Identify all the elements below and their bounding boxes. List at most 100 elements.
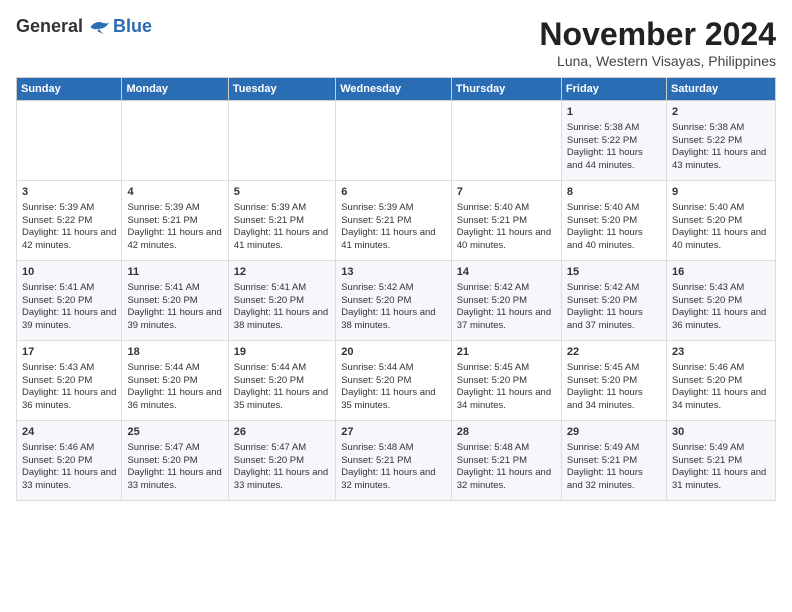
logo-blue-text: Blue [113, 16, 152, 37]
day-number: 26 [234, 425, 330, 440]
day-info: Sunrise: 5:47 AM [234, 442, 330, 455]
day-cell: 24Sunrise: 5:46 AMSunset: 5:20 PMDayligh… [17, 421, 122, 501]
day-cell [17, 101, 122, 181]
day-info: Sunset: 5:20 PM [567, 215, 661, 228]
week-row-1: 1Sunrise: 5:38 AMSunset: 5:22 PMDaylight… [17, 101, 776, 181]
header-sunday: Sunday [17, 78, 122, 101]
day-info: Sunrise: 5:39 AM [341, 202, 446, 215]
day-info: Sunrise: 5:41 AM [22, 282, 116, 295]
day-cell: 13Sunrise: 5:42 AMSunset: 5:20 PMDayligh… [336, 261, 452, 341]
day-cell: 7Sunrise: 5:40 AMSunset: 5:21 PMDaylight… [451, 181, 561, 261]
day-number: 20 [341, 345, 446, 360]
day-cell: 10Sunrise: 5:41 AMSunset: 5:20 PMDayligh… [17, 261, 122, 341]
logo-general-text: General [16, 16, 83, 37]
day-info: Sunset: 5:20 PM [22, 375, 116, 388]
day-info: Daylight: 11 hours and 32 minutes. [341, 467, 446, 493]
day-number: 11 [127, 265, 222, 280]
day-number: 23 [672, 345, 770, 360]
day-info: Sunrise: 5:48 AM [457, 442, 556, 455]
day-cell: 16Sunrise: 5:43 AMSunset: 5:20 PMDayligh… [666, 261, 775, 341]
day-info: Daylight: 11 hours and 40 minutes. [567, 227, 661, 253]
day-cell: 21Sunrise: 5:45 AMSunset: 5:20 PMDayligh… [451, 341, 561, 421]
day-info: Sunrise: 5:49 AM [567, 442, 661, 455]
day-info: Sunset: 5:20 PM [234, 375, 330, 388]
day-info: Sunrise: 5:42 AM [567, 282, 661, 295]
day-number: 8 [567, 185, 661, 200]
day-info: Daylight: 11 hours and 34 minutes. [457, 387, 556, 413]
day-cell: 28 Sunrise: 5:48 AMSunset: 5:21 PMDayligh… [451, 421, 561, 501]
day-info: Sunrise: 5:44 AM [234, 362, 330, 375]
header-monday: Monday [122, 78, 228, 101]
day-info: Daylight: 11 hours and 37 minutes. [567, 307, 661, 333]
day-info: Sunset: 5:20 PM [457, 295, 556, 308]
day-info: Sunset: 5:21 PM [341, 215, 446, 228]
day-cell: 1Sunrise: 5:38 AMSunset: 5:22 PMDaylight… [561, 101, 666, 181]
day-info: Daylight: 11 hours and 36 minutes. [22, 387, 116, 413]
header-saturday: Saturday [666, 78, 775, 101]
day-number: 4 [127, 185, 222, 200]
header-thursday: Thursday [451, 78, 561, 101]
day-info: Sunrise: 5:40 AM [457, 202, 556, 215]
day-info: Sunset: 5:20 PM [234, 295, 330, 308]
day-number: 24 [22, 425, 116, 440]
day-info: Sunrise: 5:46 AM [672, 362, 770, 375]
day-info: Sunset: 5:21 PM [234, 215, 330, 228]
day-number: 5 [234, 185, 330, 200]
day-cell: 14Sunrise: 5:42 AMSunset: 5:20 PMDayligh… [451, 261, 561, 341]
day-info: Sunset: 5:20 PM [672, 215, 770, 228]
day-info: Sunset: 5:20 PM [567, 375, 661, 388]
day-info: Sunset: 5:22 PM [22, 215, 116, 228]
day-info: Sunrise: 5:40 AM [672, 202, 770, 215]
day-info: Daylight: 11 hours and 40 minutes. [457, 227, 556, 253]
day-cell: 2Sunrise: 5:38 AMSunset: 5:22 PMDaylight… [666, 101, 775, 181]
day-info: Sunset: 5:21 PM [457, 455, 556, 468]
day-number: 28 [457, 425, 556, 440]
day-cell: 15Sunrise: 5:42 AMSunset: 5:20 PMDayligh… [561, 261, 666, 341]
header-tuesday: Tuesday [228, 78, 335, 101]
day-info: Sunset: 5:20 PM [22, 455, 116, 468]
day-info: Daylight: 11 hours and 44 minutes. [567, 147, 661, 173]
week-row-4: 17Sunrise: 5:43 AMSunset: 5:20 PMDayligh… [17, 341, 776, 421]
day-cell: 22Sunrise: 5:45 AMSunset: 5:20 PMDayligh… [561, 341, 666, 421]
day-info: Sunrise: 5:40 AM [567, 202, 661, 215]
header-wednesday: Wednesday [336, 78, 452, 101]
page-header: General Blue November 2024 Luna, Western… [16, 16, 776, 69]
day-info: Daylight: 11 hours and 41 minutes. [234, 227, 330, 253]
month-title: November 2024 [539, 16, 776, 53]
day-info: Sunrise: 5:43 AM [672, 282, 770, 295]
day-info: Sunrise: 5:44 AM [127, 362, 222, 375]
day-info: Sunset: 5:22 PM [672, 135, 770, 148]
day-info: Sunrise: 5:42 AM [457, 282, 556, 295]
day-info: Sunset: 5:20 PM [457, 375, 556, 388]
week-row-5: 24Sunrise: 5:46 AMSunset: 5:20 PMDayligh… [17, 421, 776, 501]
day-info: Sunrise: 5:49 AM [672, 442, 770, 455]
day-info: Daylight: 11 hours and 36 minutes. [127, 387, 222, 413]
day-info: Daylight: 11 hours and 39 minutes. [127, 307, 222, 333]
day-info: Daylight: 11 hours and 33 minutes. [127, 467, 222, 493]
day-info: Sunset: 5:20 PM [341, 295, 446, 308]
day-number: 27 [341, 425, 446, 440]
day-cell: 5Sunrise: 5:39 AMSunset: 5:21 PMDaylight… [228, 181, 335, 261]
day-info: Daylight: 11 hours and 35 minutes. [341, 387, 446, 413]
day-info: Daylight: 11 hours and 34 minutes. [567, 387, 661, 413]
day-info: Sunrise: 5:45 AM [567, 362, 661, 375]
day-info: Daylight: 11 hours and 31 minutes. [672, 467, 770, 493]
day-info: Sunrise: 5:47 AM [127, 442, 222, 455]
day-number: 14 [457, 265, 556, 280]
day-info: Sunrise: 5:41 AM [234, 282, 330, 295]
day-info: Sunset: 5:20 PM [234, 455, 330, 468]
logo-bird-icon [87, 18, 111, 36]
day-info: Sunset: 5:20 PM [672, 295, 770, 308]
day-info: Daylight: 11 hours and 32 minutes. [457, 467, 556, 493]
day-info: Sunset: 5:20 PM [127, 295, 222, 308]
day-cell: 26Sunrise: 5:47 AMSunset: 5:20 PMDayligh… [228, 421, 335, 501]
header-friday: Friday [561, 78, 666, 101]
week-row-2: 3Sunrise: 5:39 AMSunset: 5:22 PMDaylight… [17, 181, 776, 261]
day-cell: 11 Sunrise: 5:41 AMSunset: 5:20 PMDayligh… [122, 261, 228, 341]
day-info: Sunset: 5:20 PM [567, 295, 661, 308]
day-number: 9 [672, 185, 770, 200]
day-info: Sunrise: 5:46 AM [22, 442, 116, 455]
day-number: 29 [567, 425, 661, 440]
day-cell: 29Sunrise: 5:49 AMSunset: 5:21 PMDayligh… [561, 421, 666, 501]
day-info: Sunrise: 5:41 AM [127, 282, 222, 295]
